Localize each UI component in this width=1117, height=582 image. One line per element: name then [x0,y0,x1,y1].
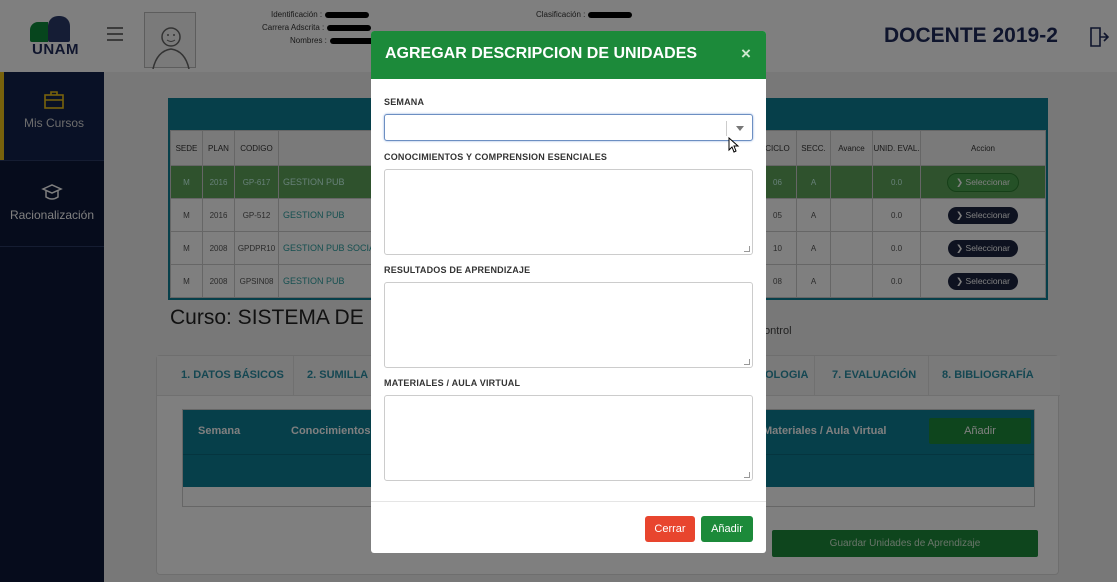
resize-grip-icon[interactable] [744,359,750,365]
chevron-down-icon [736,126,744,131]
modal-title: AGREGAR DESCRIPCION DE UNIDADES [385,45,698,62]
resize-grip-icon[interactable] [744,246,750,252]
conocimientos-label: CONOCIMIENTOS Y COMPRENSION ESENCIALES [384,152,608,162]
conocimientos-textarea[interactable] [384,169,753,255]
modal-header: AGREGAR DESCRIPCION DE UNIDADES × [371,31,766,79]
cerrar-button[interactable]: Cerrar [645,516,695,542]
agregar-descripcion-modal: AGREGAR DESCRIPCION DE UNIDADES × SEMANA… [371,31,766,553]
mouse-cursor-icon [728,137,740,153]
materiales-label: MATERIALES / AULA VIRTUAL [384,378,521,388]
resultados-label: RESULTADOS DE APRENDIZAJE [384,265,531,275]
semana-label: SEMANA [384,97,425,107]
semana-select[interactable] [384,114,753,141]
resize-grip-icon[interactable] [744,472,750,478]
materiales-textarea[interactable] [384,395,753,481]
anadir-button[interactable]: Añadir [701,516,753,542]
resultados-textarea[interactable] [384,282,753,368]
close-icon[interactable]: × [741,44,751,64]
